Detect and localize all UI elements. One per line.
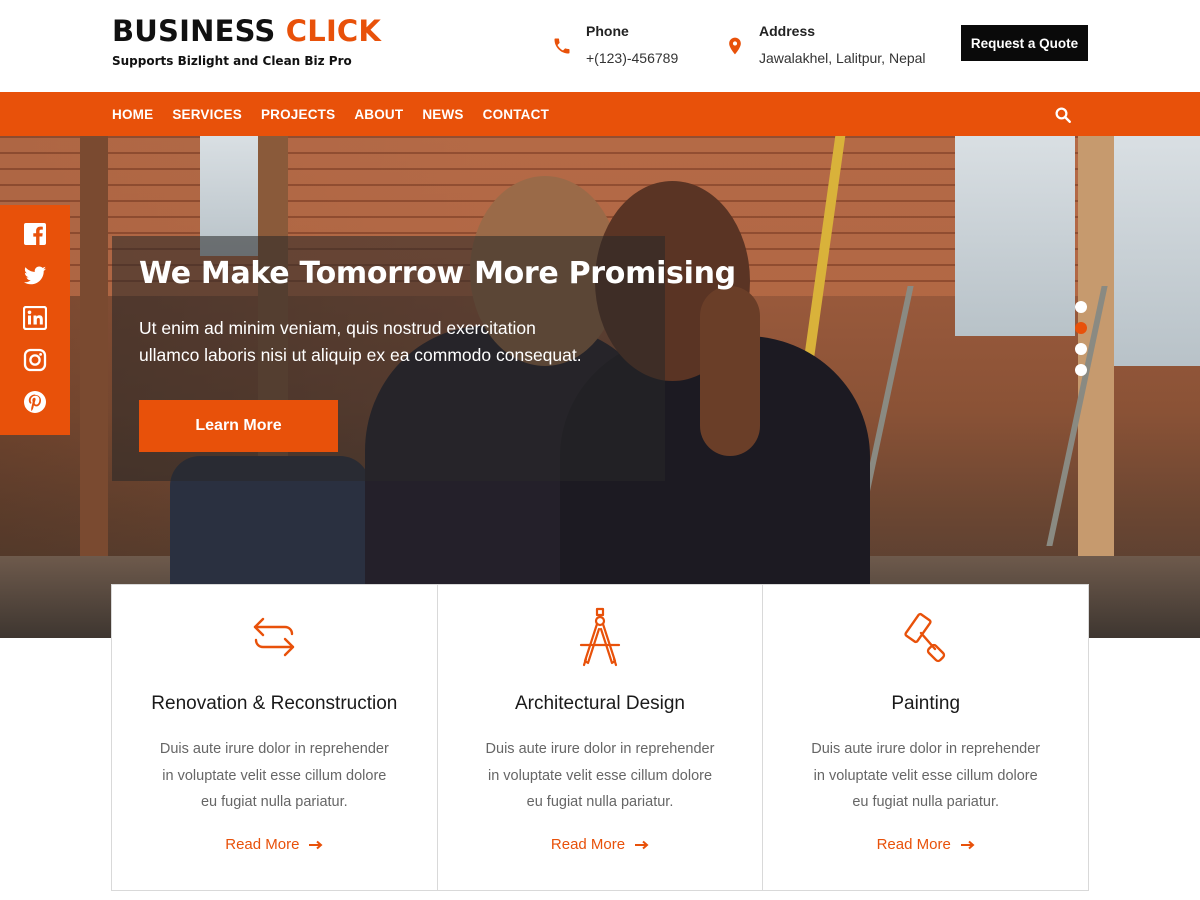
address-contact: Address Jawalakhel, Lalitpur, Nepal	[725, 22, 926, 67]
services-section: Renovation & Reconstruction Duis aute ir…	[111, 584, 1089, 891]
hero-bg-window	[1110, 136, 1200, 366]
service-card: Architectural Design Duis aute irure dol…	[438, 585, 764, 890]
slider-dot-4[interactable]	[1075, 364, 1087, 376]
arrow-right-icon	[960, 840, 975, 849]
learn-more-button[interactable]: Learn More	[139, 400, 338, 452]
drafting-compass-icon	[579, 607, 621, 667]
social-link-twitter[interactable]	[0, 264, 70, 306]
arrow-right-icon	[635, 840, 649, 849]
service-desc-line: eu fugiat nulla pariatur.	[852, 794, 1000, 810]
service-title: Renovation & Reconstruction	[151, 693, 398, 714]
nav-item-contact[interactable]: CONTACT	[483, 107, 549, 122]
phone-icon	[554, 38, 570, 54]
linkedin-icon	[23, 306, 47, 330]
social-sidebar	[0, 205, 70, 435]
instagram-icon	[23, 348, 47, 372]
hero-title: We Make Tomorrow More Promising	[139, 256, 736, 291]
service-description: Duis aute irure dolor in reprehender in …	[152, 736, 397, 816]
hero-text: Ut enim ad minim veniam, quis nostrud ex…	[139, 315, 639, 369]
nav-item-news[interactable]: NEWS	[422, 107, 463, 122]
slider-dot-3[interactable]	[1075, 343, 1087, 355]
twitter-icon	[24, 266, 46, 285]
read-more-link[interactable]: Read More	[438, 836, 763, 853]
social-link-pinterest[interactable]	[0, 390, 70, 432]
map-pin-icon	[729, 37, 741, 55]
phone-label: Phone	[586, 23, 629, 39]
service-title: Painting	[891, 693, 961, 714]
service-desc-line: Duis aute irure dolor in reprehender	[485, 741, 715, 757]
nav-item-home[interactable]: HOME	[112, 107, 153, 122]
hero-text-line: ullamco laboris nisi ut aliquip ex ea co…	[139, 345, 582, 365]
paint-roller-icon	[904, 612, 945, 663]
swap-arrows-icon	[254, 617, 295, 657]
main-navigation: HOME SERVICES PROJECTS ABOUT NEWS CONTAC…	[0, 92, 1200, 136]
phone-value[interactable]: +(123)-456789	[586, 49, 678, 67]
nav-item-services[interactable]: SERVICES	[172, 107, 242, 122]
nav-item-projects[interactable]: PROJECTS	[261, 107, 335, 122]
facebook-icon	[24, 223, 46, 245]
service-description: Duis aute irure dolor in reprehender in …	[803, 736, 1048, 816]
request-quote-button[interactable]: Request a Quote	[961, 25, 1088, 61]
site-header: BUSINESS CLICK Supports Bizlight and Cle…	[0, 0, 1200, 92]
service-desc-line: Duis aute irure dolor in reprehender	[159, 741, 389, 757]
read-more-label: Read More	[876, 836, 951, 853]
address-value: Jawalakhel, Lalitpur, Nepal	[759, 50, 926, 66]
service-title: Architectural Design	[514, 693, 686, 714]
service-desc-line: Duis aute irure dolor in reprehender	[811, 741, 1041, 757]
site-logo[interactable]: BUSINESS CLICK	[112, 14, 381, 48]
site-tagline: Supports Bizlight and Clean Biz Pro	[112, 54, 352, 68]
slider-dot-1[interactable]	[1075, 301, 1087, 313]
service-desc-line: eu fugiat nulla pariatur.	[200, 794, 348, 810]
nav-menu: HOME SERVICES PROJECTS ABOUT NEWS CONTAC…	[112, 92, 568, 136]
service-desc-line: eu fugiat nulla pariatur.	[526, 794, 674, 810]
hero-bg-scaffold	[852, 286, 1108, 546]
social-link-linkedin[interactable]	[0, 306, 70, 348]
hero-slider: We Make Tomorrow More Promising Ut enim …	[0, 136, 1200, 638]
service-card: Renovation & Reconstruction Duis aute ir…	[112, 585, 438, 890]
hero-person-ponytail	[700, 286, 760, 456]
hero-text-line: Ut enim ad minim veniam, quis nostrud ex…	[139, 318, 536, 338]
read-more-link[interactable]: Read More	[112, 836, 437, 853]
nav-item-about[interactable]: ABOUT	[354, 107, 403, 122]
arrow-right-icon	[309, 840, 323, 849]
service-card: Painting Duis aute irure dolor in repreh…	[763, 585, 1088, 890]
social-link-instagram[interactable]	[0, 348, 70, 390]
phone-contact: Phone +(123)-456789	[552, 22, 678, 67]
read-more-label: Read More	[550, 836, 626, 853]
read-more-link[interactable]: Read More	[763, 836, 1088, 853]
service-desc-line: in voluptate velit esse cillum dolore	[162, 767, 387, 784]
logo-text-main: BUSINESS	[112, 14, 276, 48]
logo-text-accent: CLICK	[285, 14, 382, 48]
pinterest-icon	[24, 391, 46, 413]
read-more-label: Read More	[225, 836, 300, 853]
slider-pagination	[1075, 301, 1087, 385]
search-icon[interactable]	[1054, 106, 1072, 124]
service-desc-line: in voluptate velit esse cillum dolore	[487, 767, 713, 784]
slider-dot-2[interactable]	[1075, 322, 1087, 334]
service-description: Duis aute irure dolor in reprehender in …	[478, 736, 723, 816]
social-link-facebook[interactable]	[0, 222, 70, 264]
brand[interactable]: BUSINESS CLICK Supports Bizlight and Cle…	[112, 14, 381, 68]
service-desc-line: in voluptate velit esse cillum dolore	[813, 767, 1038, 784]
address-label: Address	[759, 23, 816, 39]
